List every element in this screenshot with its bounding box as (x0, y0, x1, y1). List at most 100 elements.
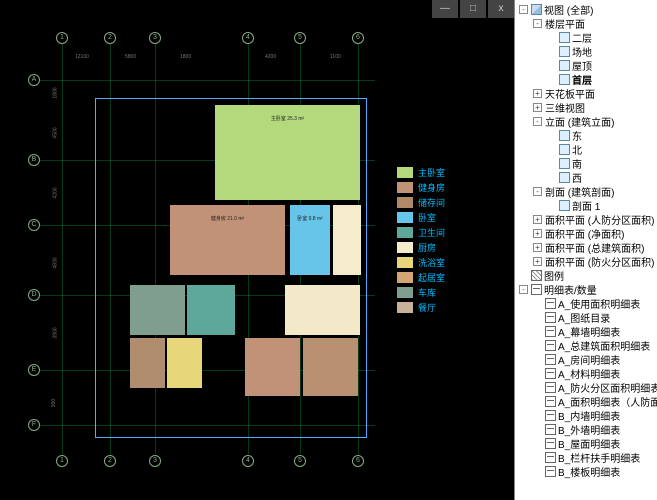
tree-node[interactable]: 二层 (515, 30, 657, 44)
grid-bubble[interactable]: B (28, 154, 40, 166)
tree-node[interactable]: A_防火分区面积明细表 (515, 380, 657, 394)
tree-label: 东 (572, 128, 582, 143)
tree-node[interactable]: 北 (515, 142, 657, 156)
room-area[interactable]: 健身房 21.0 m² (170, 205, 285, 275)
tree-node[interactable]: B_楼板明细表 (515, 464, 657, 478)
tree-node[interactable]: 西 (515, 170, 657, 184)
tree-node[interactable]: 南 (515, 156, 657, 170)
grid-bubble[interactable]: 2 (104, 32, 116, 44)
floor-plan[interactable]: 1 1 2 2 3 3 4 4 5 5 6 6 A B C D E F 12100 5800 1800 4200 1100 1… (20, 30, 390, 470)
room-area[interactable] (303, 338, 358, 396)
collapse-icon[interactable]: - (533, 187, 542, 196)
dimension[interactable]: 4200 (53, 187, 59, 198)
tree-label: 剖面 (建筑剖面) (545, 184, 614, 199)
dimension[interactable]: 12100 (75, 54, 89, 60)
grid-bubble[interactable]: 1 (56, 455, 68, 467)
tree-node[interactable]: A_总建筑面积明细表 (515, 338, 657, 352)
room-area[interactable] (333, 205, 361, 275)
grid-bubble[interactable]: 5 (294, 32, 306, 44)
tree-node[interactable]: 场地 (515, 44, 657, 58)
legend-swatch (397, 302, 413, 313)
dimension[interactable]: 4200 (265, 54, 276, 60)
collapse-icon[interactable]: - (533, 19, 542, 28)
collapse-icon[interactable]: - (533, 117, 542, 126)
grid-bubble[interactable]: A (28, 74, 40, 86)
grid-bubble[interactable]: 6 (352, 455, 364, 467)
tree-node[interactable]: -剖面 (建筑剖面) (515, 184, 657, 198)
tree-node[interactable]: +天花板平面 (515, 86, 657, 100)
tree-label: B_屋面明细表 (558, 436, 620, 451)
grid-bubble[interactable]: F (28, 419, 40, 431)
tree-node[interactable]: -明细表/数量 (515, 282, 657, 296)
expand-icon[interactable]: + (533, 103, 542, 112)
grid-bubble[interactable]: 6 (352, 32, 364, 44)
expand-icon[interactable]: + (533, 89, 542, 98)
dimension[interactable]: 900 (51, 399, 57, 407)
grid-bubble[interactable]: 1 (56, 32, 68, 44)
tree-node[interactable]: +面积平面 (净面积) (515, 226, 657, 240)
room-area[interactable] (167, 338, 202, 388)
tree-node[interactable]: A_房间明细表 (515, 352, 657, 366)
grid-bubble[interactable]: 4 (242, 455, 254, 467)
grid-bubble[interactable]: 4 (242, 32, 254, 44)
dimension[interactable]: 1100 (330, 54, 341, 60)
drawing-viewport[interactable]: — □ х 1 1 2 2 3 3 4 4 5 5 6 6 A B C D E F 12100 5800 1800 420… (0, 0, 514, 500)
tree-node[interactable]: A_面积明细表（人防面积） (515, 394, 657, 408)
room-area[interactable] (285, 285, 360, 335)
tree-node[interactable]: A_使用面积明细表 (515, 296, 657, 310)
dimension[interactable]: 4500 (53, 127, 59, 138)
dimension[interactable]: 5800 (125, 54, 136, 60)
grid-bubble[interactable]: D (28, 289, 40, 301)
dimension[interactable]: 3900 (53, 327, 59, 338)
tree-node[interactable]: B_内墙明细表 (515, 408, 657, 422)
collapse-icon[interactable]: - (519, 285, 528, 294)
project-browser[interactable]: -视图 (全部)-楼层平面二层场地屋顶首层+天花板平面+三维视图-立面 (建筑立… (514, 0, 657, 500)
grid-bubble[interactable]: 3 (149, 455, 161, 467)
grid-bubble[interactable]: 5 (294, 455, 306, 467)
room-area[interactable] (245, 338, 300, 396)
expand-icon[interactable]: + (533, 229, 542, 238)
tree-node[interactable]: 东 (515, 128, 657, 142)
tree-node[interactable]: +三维视图 (515, 100, 657, 114)
tree-node[interactable]: 图例 (515, 268, 657, 282)
grid-bubble[interactable]: 3 (149, 32, 161, 44)
minimize-button[interactable]: — (432, 0, 458, 18)
legend-label: 储存间 (418, 196, 445, 209)
room-area[interactable]: 主卧室 25.3 m² (215, 105, 360, 200)
browser-tree[interactable]: -视图 (全部)-楼层平面二层场地屋顶首层+天花板平面+三维视图-立面 (建筑立… (515, 0, 657, 480)
tree-node[interactable]: A_图纸目录 (515, 310, 657, 324)
tree-node[interactable]: B_屋面明细表 (515, 436, 657, 450)
room-area[interactable] (187, 285, 235, 335)
legend-swatch (397, 197, 413, 208)
expand-icon[interactable]: + (533, 257, 542, 266)
collapse-icon[interactable]: - (519, 5, 528, 14)
tree-node[interactable]: 剖面 1 (515, 198, 657, 212)
tree-node[interactable]: B_外墙明细表 (515, 422, 657, 436)
grid-bubble[interactable]: 2 (104, 455, 116, 467)
tree-node[interactable]: -立面 (建筑立面) (515, 114, 657, 128)
close-button[interactable]: х (488, 0, 514, 18)
dimension[interactable]: 4830 (53, 257, 59, 268)
tree-node[interactable]: 屋顶 (515, 58, 657, 72)
maximize-button[interactable]: □ (460, 0, 486, 18)
grid-bubble[interactable]: E (28, 364, 40, 376)
room-area[interactable] (130, 338, 165, 388)
tree-node[interactable]: -楼层平面 (515, 16, 657, 30)
tree-node[interactable]: -视图 (全部) (515, 2, 657, 16)
expand-icon[interactable]: + (533, 243, 542, 252)
expand-icon[interactable]: + (533, 215, 542, 224)
tree-node[interactable]: +面积平面 (总建筑面积) (515, 240, 657, 254)
dimension[interactable]: 1800 (180, 54, 191, 60)
tree-label: A_房间明细表 (558, 352, 620, 367)
sched-icon (545, 312, 556, 323)
tree-node[interactable]: 首层 (515, 72, 657, 86)
room-area[interactable]: 卧室 9.8 m² (290, 205, 330, 275)
grid-bubble[interactable]: C (28, 219, 40, 231)
tree-node[interactable]: A_幕墙明细表 (515, 324, 657, 338)
dimension[interactable]: 1800 (53, 87, 59, 98)
tree-node[interactable]: +面积平面 (人防分区面积) (515, 212, 657, 226)
tree-node[interactable]: A_材料明细表 (515, 366, 657, 380)
room-area[interactable] (130, 285, 185, 335)
tree-node[interactable]: B_栏杆扶手明细表 (515, 450, 657, 464)
tree-node[interactable]: +面积平面 (防火分区面积) (515, 254, 657, 268)
